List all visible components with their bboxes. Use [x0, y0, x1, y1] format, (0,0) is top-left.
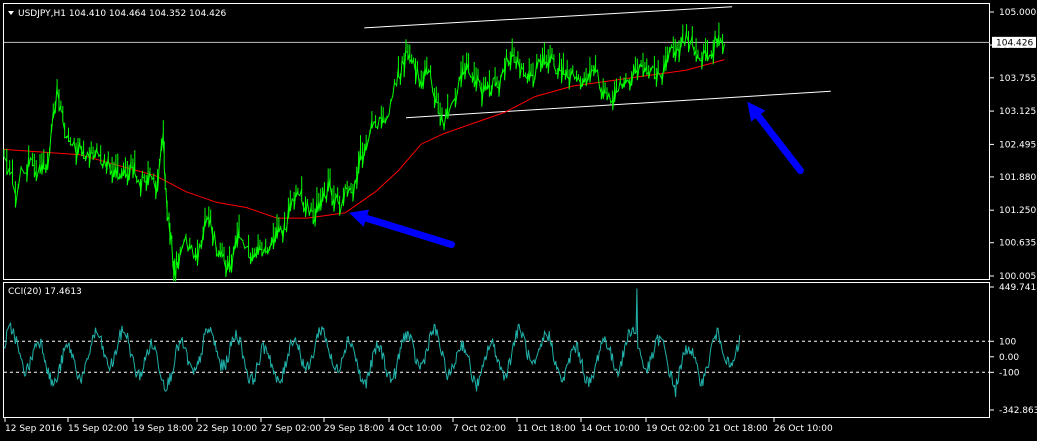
time-tick-label: 4 Oct 10:00 [389, 424, 442, 434]
time-tick-label: 22 Sep 10:00 [197, 424, 257, 434]
price-y-tick-label: 105.000 [999, 8, 1036, 18]
current-price-label: 104.426 [996, 38, 1033, 48]
time-tick-label: 27 Sep 02:00 [261, 424, 321, 434]
chart-background [0, 0, 1037, 441]
price-y-tick-label: 100.005 [999, 272, 1036, 282]
cci-y-tick-label: 0.00 [999, 353, 1019, 363]
cci-y-tick-label: 100 [999, 337, 1016, 347]
time-tick-label: 7 Oct 02:00 [453, 424, 506, 434]
symbol-info: USDJPY,H1 104.410 104.464 104.352 104.42… [18, 9, 227, 19]
cci-y-tick-label: 449.7418 [999, 283, 1037, 293]
price-y-tick-label: 101.250 [999, 206, 1036, 216]
cci-label: CCI(20) 17.4613 [8, 287, 82, 297]
time-tick-label: 19 Oct 02:00 [646, 424, 705, 434]
time-tick-label: 29 Sep 18:00 [324, 424, 384, 434]
time-tick-label: 14 Oct 10:00 [581, 424, 640, 434]
current-price-tag: 104.426 [992, 36, 1036, 48]
price-y-tick-label: 101.880 [999, 173, 1036, 183]
cci-y-tick-label: -342.8634 [999, 406, 1037, 416]
time-tick-label: 12 Sep 2016 [5, 424, 62, 434]
time-tick-label: 21 Oct 18:00 [709, 424, 768, 434]
time-tick-label: 19 Sep 18:00 [133, 424, 193, 434]
price-y-tick-label: 103.755 [999, 74, 1036, 84]
time-tick-label: 11 Oct 18:00 [517, 424, 576, 434]
price-y-tick-label: 103.125 [999, 107, 1036, 117]
trading-chart: USDJPY,H1 104.410 104.464 104.352 104.42… [0, 0, 1037, 441]
cci-y-tick-label: -100 [999, 368, 1020, 378]
price-y-tick-label: 102.495 [999, 140, 1036, 150]
price-y-tick-label: 100.635 [999, 239, 1036, 249]
time-tick-label: 15 Sep 02:00 [68, 424, 128, 434]
time-tick-label: 26 Oct 10:00 [774, 424, 833, 434]
